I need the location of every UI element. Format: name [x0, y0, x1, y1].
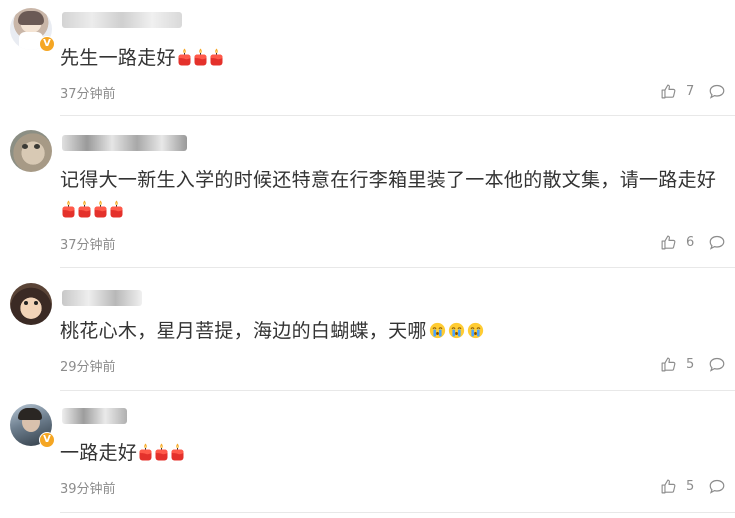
- candle-icon: [170, 440, 185, 461]
- comment-bubble-icon[interactable]: [708, 478, 726, 495]
- candle-icon: [61, 197, 76, 218]
- thumbs-up-icon: [661, 479, 676, 494]
- comment-bubble-icon[interactable]: [708, 356, 726, 373]
- comment-time: 37分钟前: [60, 238, 116, 253]
- like-count: 6: [686, 235, 695, 250]
- divider: [60, 267, 735, 268]
- verified-badge-icon: V: [39, 36, 55, 52]
- comment-bubble-icon[interactable]: [708, 234, 726, 251]
- comment-bubble-icon[interactable]: [708, 83, 726, 100]
- candle-icon: [177, 45, 192, 66]
- avatar[interactable]: V: [10, 8, 55, 52]
- divider: [60, 390, 735, 391]
- candle-icon: [109, 197, 124, 218]
- candle-emoji-group: [60, 199, 124, 221]
- comment-body: 一路走好: [60, 442, 138, 464]
- candle-icon: [93, 197, 108, 218]
- like-button[interactable]: 5: [660, 478, 694, 495]
- comment-text: 先生一路走好: [60, 43, 730, 73]
- verified-badge-icon: V: [39, 432, 55, 448]
- candle-emoji-group: [137, 442, 185, 464]
- username-blurred[interactable]: [62, 12, 182, 28]
- comment-body: 先生一路走好: [60, 47, 176, 69]
- comment-text: 桃花心木，星月菩提，海边的白蝴蝶，天哪: [60, 316, 730, 346]
- comment-text: 记得大一新生入学的时候还特意在行李箱里装了一本他的散文集，请一路走好: [60, 165, 730, 225]
- username-blurred[interactable]: [62, 408, 127, 424]
- username-blurred[interactable]: [62, 290, 142, 306]
- like-button[interactable]: 5: [660, 356, 694, 373]
- username-blurred[interactable]: [62, 135, 187, 151]
- comment-time: 39分钟前: [60, 482, 116, 497]
- comment-body: 记得大一新生入学的时候还特意在行李箱里装了一本他的散文集，请一路走好: [60, 169, 717, 191]
- candle-icon: [77, 197, 92, 218]
- thumbs-up-icon: [661, 84, 676, 99]
- like-button[interactable]: 6: [660, 234, 694, 251]
- like-count: 7: [686, 84, 695, 99]
- comment-time: 29分钟前: [60, 360, 116, 375]
- like-button[interactable]: 7: [660, 83, 694, 100]
- crying-emoji-group: [427, 320, 484, 342]
- thumbs-up-icon: [661, 235, 676, 250]
- candle-icon: [154, 440, 169, 461]
- avatar[interactable]: V: [10, 404, 55, 448]
- candle-emoji-group: [176, 47, 224, 69]
- like-count: 5: [686, 357, 695, 372]
- candle-icon: [138, 440, 153, 461]
- divider: [60, 115, 735, 116]
- comment-text: 一路走好: [60, 438, 730, 468]
- candle-icon: [193, 45, 208, 66]
- comment-time: 37分钟前: [60, 87, 116, 102]
- avatar[interactable]: [10, 283, 52, 325]
- crying-face-icon: [467, 318, 484, 339]
- divider: [60, 512, 735, 513]
- crying-face-icon: [429, 318, 446, 339]
- like-count: 5: [686, 479, 695, 494]
- comment-body: 桃花心木，星月菩提，海边的白蝴蝶，天哪: [60, 320, 427, 342]
- thumbs-up-icon: [661, 357, 676, 372]
- crying-face-icon: [448, 318, 465, 339]
- candle-icon: [209, 45, 224, 66]
- avatar[interactable]: [10, 130, 52, 172]
